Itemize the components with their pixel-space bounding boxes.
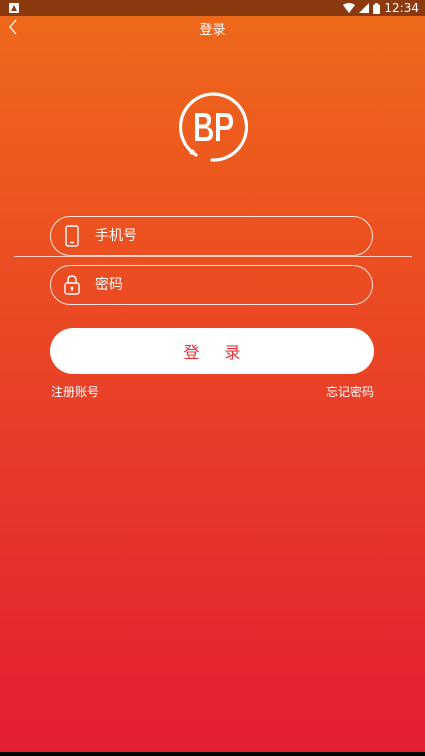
status-bar: 12:34 xyxy=(0,0,425,16)
phone-input[interactable] xyxy=(95,217,358,255)
status-icons: 12:34 xyxy=(343,0,419,16)
battery-icon xyxy=(373,2,381,14)
login-button[interactable]: 登 录 xyxy=(50,328,374,374)
page-title: 登录 xyxy=(199,23,226,38)
password-input[interactable] xyxy=(95,266,358,304)
notification-icon xyxy=(9,3,19,13)
register-link[interactable]: 注册账号 xyxy=(51,383,99,400)
phone-field[interactable] xyxy=(50,216,373,256)
status-time: 12:34 xyxy=(384,1,419,15)
password-field[interactable] xyxy=(50,265,373,305)
title-bar: 登录 xyxy=(0,16,425,38)
signal-icon xyxy=(359,3,370,13)
lock-icon xyxy=(63,274,81,296)
bp-logo xyxy=(176,91,249,163)
wifi-icon xyxy=(343,3,356,13)
forgot-password-link[interactable]: 忘记密码 xyxy=(326,383,374,400)
login-screen: 12:34 登录 手机号 登 录 注册账号 忘记密码 xyxy=(0,0,425,756)
divider xyxy=(14,256,412,257)
navigation-bar xyxy=(0,752,425,756)
phone-icon xyxy=(63,225,81,247)
